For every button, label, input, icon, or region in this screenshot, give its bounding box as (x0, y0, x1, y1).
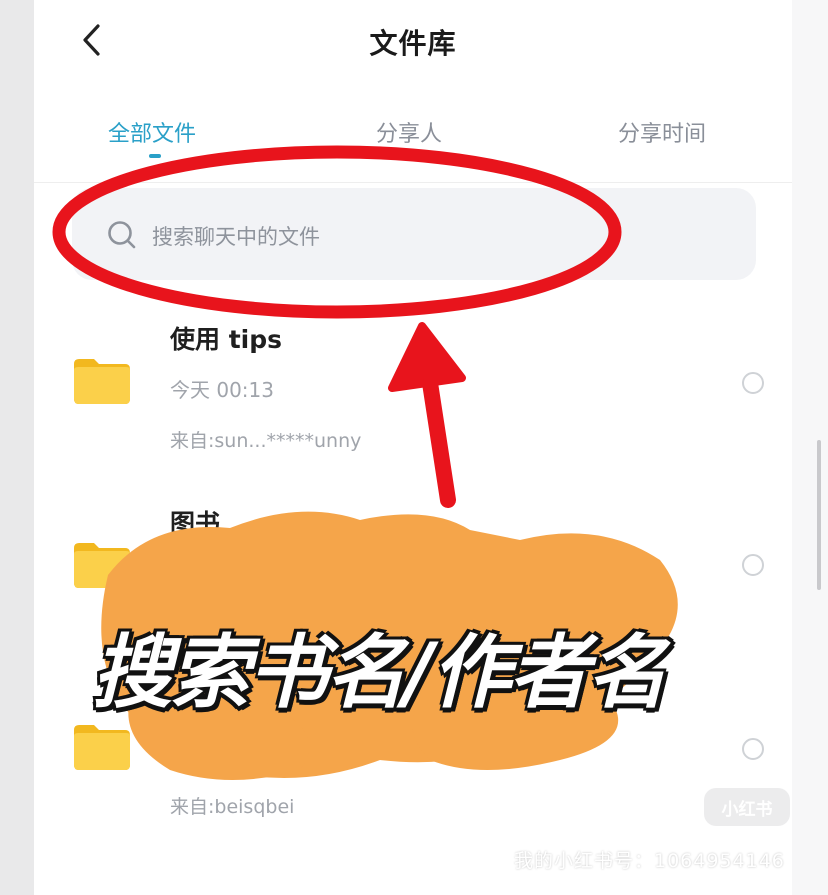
file-time: 今天 00:13 (170, 378, 274, 402)
folder-icon (74, 359, 130, 404)
active-tab-indicator (149, 154, 161, 158)
scrollbar[interactable] (817, 440, 821, 590)
tab-all-files[interactable]: 全部文件 (108, 116, 196, 148)
search-input[interactable]: 搜索聊天中的文件 (72, 188, 756, 280)
file-library-screen: 文件库 全部文件 分享人 分享时间 搜索聊天中的文件 使用 tips 今天 00… (34, 0, 792, 895)
header: 文件库 (34, 0, 792, 88)
caption-text: 搜索书名/作者名 (92, 626, 667, 719)
watermark-logo: 小红书 (704, 788, 790, 826)
file-name: 图书 (170, 509, 221, 538)
watermark-logo-text: 小红书 (721, 799, 773, 820)
page-title: 文件库 (369, 27, 457, 60)
tab-bar: 全部文件 分享人 分享时间 (34, 110, 792, 183)
file-source: 来自:sun...*****unny (170, 430, 362, 452)
search-icon (108, 221, 136, 249)
select-radio[interactable] (742, 738, 764, 760)
watermark-text: 我的小红书号：1064954146 (514, 850, 785, 872)
file-time: 昨 (170, 560, 190, 584)
select-radio[interactable] (742, 372, 764, 394)
tab-sharer[interactable]: 分享人 (376, 116, 442, 148)
file-name: 使用 tips (170, 325, 282, 354)
list-item[interactable]: 使用 tips 今天 00:13 来自:sun...*****unny (34, 300, 792, 470)
folder-icon (74, 725, 130, 770)
tab-share-time[interactable]: 分享时间 (618, 116, 706, 148)
file-source: 来自:beisqbei (170, 796, 295, 818)
select-radio[interactable] (742, 554, 764, 576)
right-edge (792, 0, 828, 895)
search-placeholder: 搜索聊天中的文件 (152, 225, 320, 249)
folder-icon (74, 543, 130, 588)
